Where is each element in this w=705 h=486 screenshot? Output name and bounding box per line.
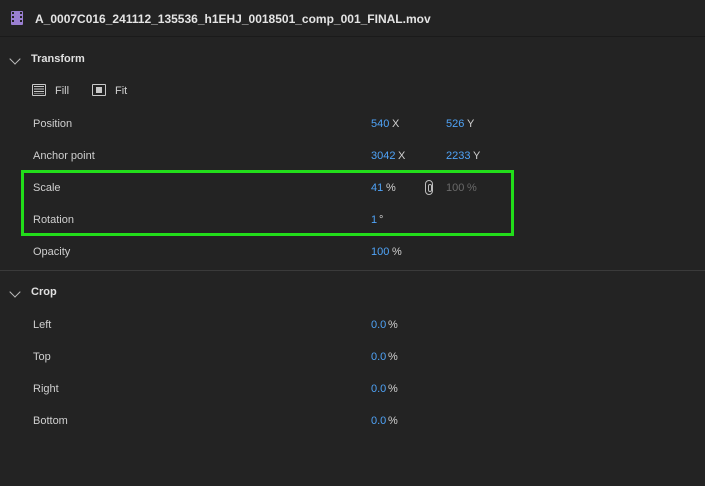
chevron-down-icon[interactable]	[9, 53, 21, 65]
scale-value[interactable]: 41	[371, 182, 383, 194]
opacity-value[interactable]: 100	[371, 246, 389, 258]
opacity-unit: %	[392, 246, 402, 258]
anchor-x-unit: X	[398, 150, 406, 162]
crop-right-unit: %	[388, 383, 398, 395]
crop-left-unit: %	[388, 319, 398, 331]
transform-title: Transform	[31, 53, 85, 65]
position-y-value[interactable]: 526	[446, 118, 464, 130]
rotation-label: Rotation	[33, 214, 74, 226]
scale-linked-unit: %	[467, 182, 477, 194]
crop-bottom-unit: %	[388, 415, 398, 427]
anchor-point-label: Anchor point	[33, 150, 95, 162]
fill-button[interactable]: Fill	[32, 83, 77, 99]
opacity-row: Opacity 100 %	[0, 244, 705, 260]
scale-unit: %	[386, 182, 396, 194]
crop-right-label: Right	[33, 383, 59, 395]
crop-left-row: Left 0.0 %	[0, 317, 705, 333]
position-label: Position	[33, 118, 73, 130]
rotation-row: Rotation 1 °	[0, 212, 705, 228]
position-y-unit: Y	[467, 118, 475, 130]
fit-icon	[92, 84, 106, 96]
crop-right-row: Right 0.0 %	[0, 381, 705, 397]
opacity-label: Opacity	[33, 246, 71, 258]
crop-bottom-row: Bottom 0.0 %	[0, 413, 705, 429]
clip-header: A_0007C016_241112_135536_h1EHJ_0018501_c…	[0, 0, 705, 37]
section-divider	[0, 270, 705, 271]
link-icon[interactable]	[425, 180, 433, 195]
crop-bottom-label: Bottom	[33, 415, 68, 427]
rotation-value[interactable]: 1	[371, 214, 377, 226]
fill-label: Fill	[55, 85, 70, 97]
anchor-point-row: Anchor point 3042 X 2233 Y	[0, 148, 705, 164]
chevron-down-icon[interactable]	[9, 286, 21, 298]
anchor-y-value[interactable]: 2233	[446, 150, 470, 162]
fill-icon	[32, 84, 46, 96]
rotation-unit: °	[379, 214, 384, 226]
crop-left-value[interactable]: 0.0	[371, 319, 386, 331]
crop-bottom-value[interactable]: 0.0	[371, 415, 386, 427]
crop-right-value[interactable]: 0.0	[371, 383, 386, 395]
scale-label: Scale	[33, 182, 61, 194]
crop-title: Crop	[31, 286, 57, 298]
position-row: Position 540 X 526 Y	[0, 116, 705, 132]
anchor-y-unit: Y	[473, 150, 481, 162]
crop-top-row: Top 0.0 %	[0, 349, 705, 365]
crop-section-header[interactable]: Crop	[0, 283, 705, 303]
crop-top-label: Top	[33, 351, 51, 363]
fit-button[interactable]: Fit	[92, 83, 132, 99]
transform-section-header[interactable]: Transform	[0, 50, 705, 70]
crop-top-unit: %	[388, 351, 398, 363]
position-x-value[interactable]: 540	[371, 118, 389, 130]
crop-top-value[interactable]: 0.0	[371, 351, 386, 363]
fit-label: Fit	[115, 85, 128, 97]
clip-icon	[11, 11, 23, 25]
position-x-unit: X	[392, 118, 400, 130]
scale-row: Scale 41 % 100 %	[0, 180, 705, 196]
anchor-x-value[interactable]: 3042	[371, 150, 395, 162]
crop-left-label: Left	[33, 319, 52, 331]
scale-linked-value: 100	[446, 182, 465, 194]
clip-name: A_0007C016_241112_135536_h1EHJ_0018501_c…	[35, 12, 431, 26]
